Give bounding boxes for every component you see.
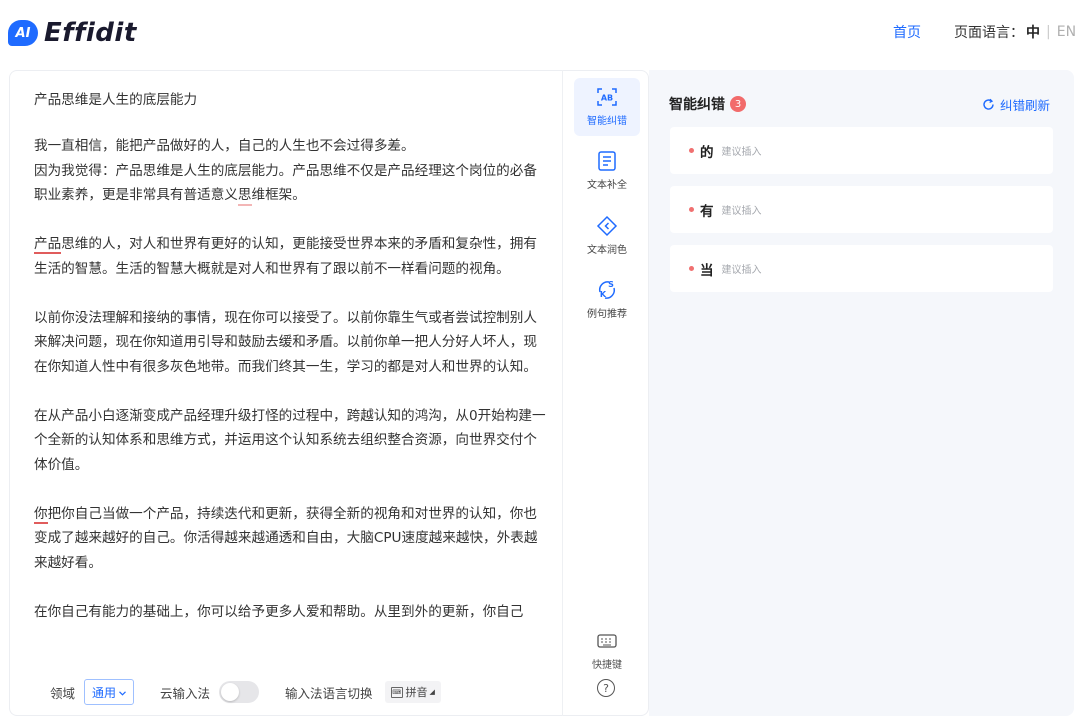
paragraph-5: 你把你自己当做一个产品，持续迭代和更新，获得全新的视角和对世界的认知，你也变成了… [34,502,549,576]
error-count-badge: 3 [730,96,746,112]
panel-title: 智能纠错 3 [669,94,746,114]
suggestion-card[interactable]: 有 建议插入 [670,186,1053,233]
pinyin-button[interactable]: ⌨ 拼音 ◢ [384,681,441,703]
tool-text-completion[interactable]: 文本补全 [574,142,640,200]
suggestion-word: 当 [700,262,714,279]
keyboard-icon: ⌨ [390,686,403,698]
editor-content[interactable]: 产品思维是人生的底层能力 我一直相信，能把产品做好的人，自己的人生也不会过得多差… [34,86,549,671]
suggestion-word: 有 [700,203,714,220]
paragraph-4: 在从产品小白逐渐变成产品经理升级打怪的过程中，跨越认知的鸿沟，从0开始构建一个全… [34,407,546,473]
paragraph-3: 以前你没法理解和接纳的事情，现在你可以接受了。以前你靠生气或者尝试控制别人来解决… [34,309,537,375]
tool-label: 智能纠错 [587,116,627,127]
suggestion-hint: 建议插入 [721,147,762,158]
error-correction-icon: AB [596,85,618,109]
correction-panel: 智能纠错 3 纠错刷新 的 建议插入 有 建议插入 当 建议插入 [649,70,1074,716]
effidit-logo[interactable]: AI Effidit [8,18,137,48]
error-mark[interactable]: 你 [34,505,48,524]
page-language-label: 页面语言： [954,25,1024,41]
svg-text:K: K [600,290,607,299]
suggestion-hint: 建议插入 [721,206,762,217]
logo-ai-badge: AI [8,20,38,46]
editor-footer: 领域 通用 云输入法 输入法语言切换 ⌨ 拼音 ◢ [10,669,563,715]
suggestion-word: 的 [700,144,714,161]
text-polish-icon [596,214,618,238]
shortcut-label: 快捷键 [592,660,622,671]
svg-text:AB: AB [601,94,613,103]
help-icon[interactable]: ? [597,679,615,697]
error-mark[interactable]: 产品 [34,236,62,254]
error-dot [689,207,694,212]
cloud-ime-label: 云输入法 [160,685,211,701]
chevron-down-icon [119,685,126,699]
suggestion-card[interactable]: 的 建议插入 [670,127,1053,174]
document-title: 产品思维是人生的底层能力 [34,92,198,108]
error-mark[interactable]: 思 [237,187,252,206]
keyboard-icon [597,633,617,652]
lang-divider: | [1046,24,1051,40]
error-dot [689,266,694,271]
ime-language-switch-label: 输入法语言切换 [285,685,373,701]
tools-rail: AB 智能纠错 文本补全 文本润色 S K 例句推荐 快捷键 ? [562,70,649,716]
suggestion-card[interactable]: 当 建议插入 [670,245,1053,292]
refresh-correction-button[interactable]: 纠错刷新 [982,95,1050,114]
shortcut-button[interactable]: 快捷键 [574,633,640,671]
svg-text:S: S [608,280,614,289]
tool-error-correction[interactable]: AB 智能纠错 [574,78,640,136]
chevron-icon: ◢ [429,688,435,696]
suggestion-hint: 建议插入 [721,265,762,276]
refresh-icon [982,98,995,111]
tool-label: 文本润色 [587,245,627,256]
paragraph-1: 我一直相信，能把产品做好的人，自己的人生也不会过得多差。 因为我觉得：产品思维是… [34,134,549,208]
paragraph-1-line-1: 我一直相信，能把产品做好的人，自己的人生也不会过得多差。 [34,138,415,154]
domain-value: 通用 [92,685,117,700]
panel-title-text: 智能纠错 [669,97,725,113]
tool-label: 文本补全 [587,180,627,191]
paragraph-6: 在你自己有能力的基础上，你可以给予更多人爱和帮助。从里到外的更新，你自己 [34,603,524,620]
cloud-ime-toggle[interactable] [219,681,260,703]
pinyin-label: 拼音 [405,686,428,699]
page-language-switch: 页面语言： 中 | EN [954,22,1076,42]
refresh-label: 纠错刷新 [1000,98,1051,113]
paragraph-2-text: 思维的人，对人和世界有更好的认知，更能接受世界本来的矛盾和复杂性，拥有生活的智慧… [34,236,537,277]
tool-text-polish[interactable]: 文本润色 [574,207,640,265]
error-dot [689,148,694,153]
paragraph-5-text: 把你自己当做一个产品，持续迭代和更新，获得全新的视角和对世界的认知，你也变成了越… [34,505,538,571]
sentence-recommend-icon: S K [595,278,619,302]
paragraph-2: 产品思维的人，对人和世界有更好的认知，更能接受世界本来的矛盾和复杂性，拥有生活的… [34,232,549,281]
tool-sentence-recommend[interactable]: S K 例句推荐 [574,271,640,329]
domain-label: 领域 [50,685,76,701]
nav-home-link[interactable]: 首页 [893,22,921,42]
top-bar: AI Effidit 首页 页面语言： 中 | EN [0,0,1080,66]
lang-en-option[interactable]: EN [1057,24,1076,40]
tool-label: 例句推荐 [587,309,627,320]
paragraph-1-text-b: 维框架。 [251,187,306,203]
text-editor: 产品思维是人生的底层能力 我一直相信，能把产品做好的人，自己的人生也不会过得多差… [9,70,562,716]
text-completion-icon [596,149,618,173]
domain-select[interactable]: 通用 [84,679,135,705]
logo-text: Effidit [44,18,137,48]
lang-zh-option[interactable]: 中 [1026,22,1040,42]
